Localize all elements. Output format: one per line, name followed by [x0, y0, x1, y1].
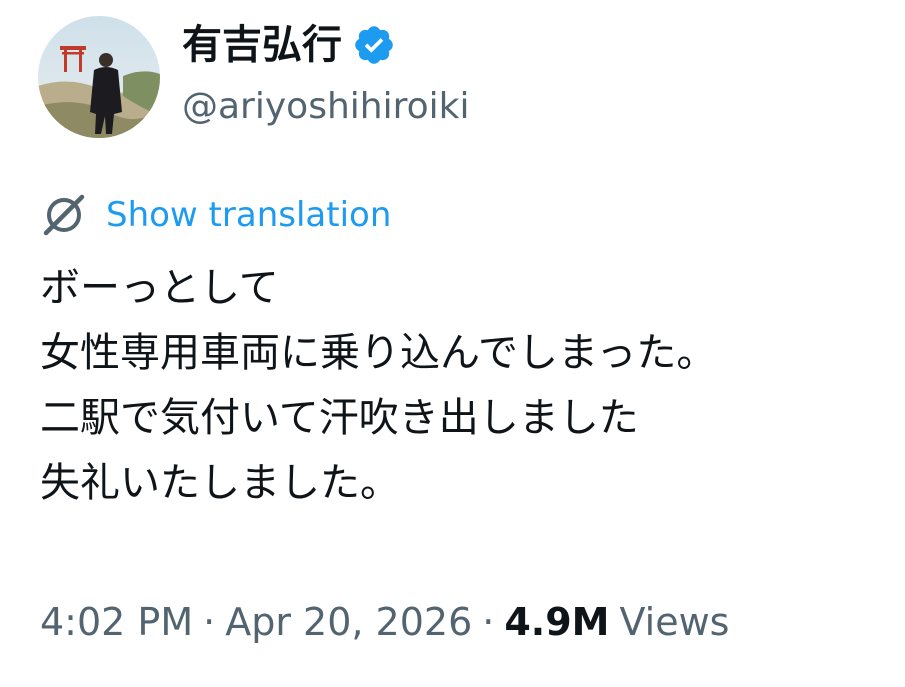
- display-name-row[interactable]: 有吉弘行: [182, 20, 396, 70]
- user-handle[interactable]: @ariyoshihiroiki: [182, 82, 469, 132]
- meta-separator: ·: [203, 600, 216, 644]
- tweet-line: 二駅で気付いて汗吹き出しました: [40, 395, 639, 441]
- globe-translate-icon: [40, 191, 88, 239]
- verified-badge-icon[interactable]: [352, 23, 396, 67]
- display-name[interactable]: 有吉弘行: [182, 20, 342, 70]
- tweet-line: ボーっとして: [40, 265, 279, 311]
- tweet-meta: 4:02 PM · Apr 20, 2026 · 4.9M Views: [40, 594, 729, 650]
- meta-separator: ·: [482, 600, 495, 644]
- tweet-time[interactable]: 4:02 PM: [40, 594, 193, 650]
- tweet-line: 失礼いたしました。: [40, 460, 400, 506]
- tweet-text: ボーっとして 女性専用車両に乗り込んでしまった。 二駅で気付いて汗吹き出しました…: [40, 256, 890, 516]
- show-translation-label[interactable]: Show translation: [106, 188, 391, 242]
- tweet-line: 女性専用車両に乗り込んでしまった。: [40, 330, 717, 376]
- views-label[interactable]: Views: [620, 594, 730, 650]
- tweet-date[interactable]: Apr 20, 2026: [225, 594, 472, 650]
- profile-photo: [38, 16, 160, 138]
- show-translation-button[interactable]: Show translation: [40, 188, 391, 242]
- views-count[interactable]: 4.9M: [504, 594, 609, 650]
- avatar[interactable]: [38, 16, 160, 138]
